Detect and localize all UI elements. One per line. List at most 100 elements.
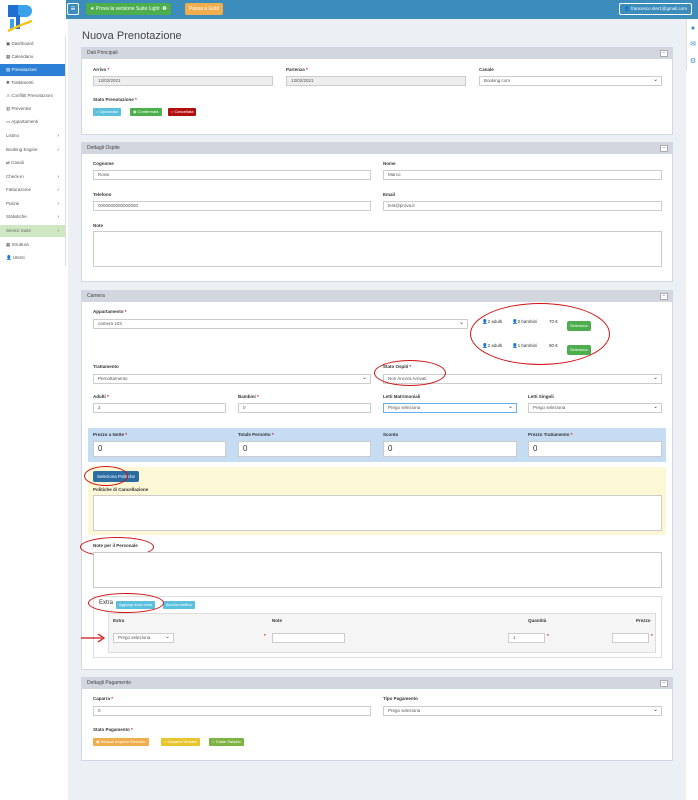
sidebar-item-conflitti[interactable]: ⚠ Conflitti Prenotazioni bbox=[0, 90, 65, 102]
sidebar: ▣ Dashboard ▦ Calendario ▤ Prenotazioni … bbox=[0, 36, 66, 266]
mail-icon[interactable]: ✉ bbox=[689, 41, 697, 49]
note-textarea[interactable] bbox=[93, 231, 662, 267]
extra-quantita-field[interactable]: 1 bbox=[508, 633, 545, 643]
info-icon[interactable]: ● bbox=[689, 25, 697, 33]
caparra-versata-option[interactable]: ○ Caparra Versata bbox=[161, 738, 200, 746]
stato-confermata-option[interactable]: ◉ Confermata bbox=[130, 108, 162, 116]
adulti-label: Adulti * bbox=[93, 394, 109, 399]
sidebar-item-listino[interactable]: Listino › bbox=[0, 130, 65, 142]
sidebar-item-label: Trattamenti bbox=[10, 80, 34, 85]
arrivo-field[interactable]: 12/02/2021 bbox=[93, 76, 273, 86]
sidebar-item-dashboard[interactable]: ▣ Dashboard bbox=[0, 38, 65, 50]
sidebar-item-pulizie[interactable]: Pulizie › bbox=[0, 198, 65, 210]
trattamento-select[interactable]: Pernottamento bbox=[93, 374, 371, 384]
bambini-field[interactable]: 0 bbox=[238, 403, 371, 413]
sidebar-item-label: Conflitti Prenotazioni bbox=[11, 93, 53, 98]
upgrade-button[interactable]: Passa a Gold bbox=[185, 3, 224, 15]
stato-cancellata-option[interactable]: ○ Cancellata bbox=[168, 108, 197, 116]
menu-toggle-icon[interactable]: ≡ bbox=[67, 3, 79, 15]
sidebar-item-label: Servizi Suite bbox=[6, 228, 32, 233]
extra-table bbox=[108, 613, 656, 653]
letti-singoli-select[interactable]: Prego seleziona bbox=[528, 403, 662, 413]
collapse-icon[interactable]: − bbox=[660, 680, 668, 687]
panel-header: Camera − bbox=[82, 291, 672, 302]
sidebar-item-canali[interactable]: ⇄ Canali bbox=[0, 157, 65, 169]
promo-button[interactable]: ★ Prova la versione Suite Light ❶ bbox=[86, 3, 171, 15]
partenza-label: Partenza * bbox=[286, 67, 308, 72]
annotation-arrow-icon bbox=[81, 633, 106, 643]
promo-label: Prova la versione Suite Light bbox=[95, 6, 160, 12]
canale-select[interactable]: Booking.com bbox=[479, 76, 662, 86]
collapse-icon[interactable]: − bbox=[660, 50, 668, 57]
nome-label: Nome bbox=[383, 161, 396, 166]
cancellazione-textarea[interactable] bbox=[93, 495, 662, 531]
cognome-label: Cognome bbox=[93, 161, 114, 166]
sidebar-item-label: Utenti bbox=[12, 255, 25, 260]
tipo-pagamento-label: Tipo Pagamento bbox=[383, 696, 418, 701]
note-label: Note bbox=[93, 223, 103, 228]
sidebar-item-struttura[interactable]: ▦ Struttura bbox=[0, 239, 65, 251]
trattamento-label: Trattamento bbox=[93, 364, 119, 369]
collapse-icon[interactable]: − bbox=[660, 293, 668, 300]
email-field[interactable]: test@prova.it bbox=[383, 201, 662, 211]
totale-saldato-option[interactable]: ○ Totale Saldato bbox=[209, 738, 244, 746]
nessun-importo-option[interactable]: ◉ Nessun Importo Ricevuto bbox=[93, 738, 149, 746]
nome-field[interactable]: Marco bbox=[383, 170, 662, 180]
caparra-field[interactable]: 0 bbox=[93, 706, 371, 716]
cognome-field[interactable]: Rossi bbox=[93, 170, 371, 180]
sidebar-item-label: Statistiche bbox=[6, 214, 27, 219]
panel-dati-principali: Dati Principali − bbox=[81, 47, 673, 135]
sidebar-item-label: Listino bbox=[6, 133, 20, 138]
sidebar-item-label: Dashboard bbox=[11, 41, 34, 46]
sidebar-item-prenotazioni[interactable]: ▤ Prenotazioni bbox=[0, 64, 65, 76]
email-label: Email bbox=[383, 192, 396, 197]
sidebar-item-servizi-suite[interactable]: Servizi Suite › bbox=[0, 225, 65, 237]
panel-title: Dettagli Pagamento bbox=[87, 680, 131, 686]
extra-col-header: Extra bbox=[113, 618, 125, 623]
telefono-field[interactable]: 0000000000000000 bbox=[93, 201, 371, 211]
tipo-pagamento-select[interactable]: Prego seleziona bbox=[383, 706, 662, 716]
extra-note-field[interactable] bbox=[272, 633, 345, 643]
annotation-circle bbox=[470, 303, 610, 365]
sidebar-item-trattamenti[interactable]: ✱ Trattamenti bbox=[0, 77, 65, 89]
sidebar-item-preventivi[interactable]: ▥ Preventivi bbox=[0, 103, 65, 115]
partenza-field[interactable]: 13/02/2021 bbox=[286, 76, 466, 86]
sidebar-item-label: Booking Engine bbox=[6, 147, 38, 152]
required-marker: * bbox=[547, 633, 549, 638]
appartamento-select[interactable]: camera 103 bbox=[93, 319, 468, 329]
user-email: francesco.ster1@gmail.com bbox=[631, 6, 687, 11]
adulti-field[interactable]: 2 bbox=[93, 403, 226, 413]
sidebar-item-utenti[interactable]: 👤 Utenti bbox=[0, 252, 65, 264]
sidebar-item-fatturazione[interactable]: Fatturazione › bbox=[0, 184, 65, 196]
sidebar-item-label: Fatturazione bbox=[6, 187, 32, 192]
prezzo-notte-label: Prezzo a Notte * bbox=[93, 432, 128, 437]
sidebar-item-checkin[interactable]: Check-in › bbox=[0, 171, 65, 183]
letti-singoli-label: Letti Singoli bbox=[528, 394, 554, 399]
sidebar-item-booking-engine[interactable]: Booking Engine › bbox=[0, 144, 65, 156]
letti-matrimoniali-select[interactable]: Prego seleziona bbox=[383, 403, 517, 413]
canale-label: Canale bbox=[479, 67, 494, 72]
logo-icon bbox=[7, 5, 33, 33]
sidebar-item-calendario[interactable]: ▦ Calendario bbox=[0, 51, 65, 63]
letti-matrimoniali-label: Letti Matrimoniali bbox=[383, 394, 421, 399]
stato-opzionata-option[interactable]: ○ Opzionata bbox=[93, 108, 121, 116]
extra-prezzo-field[interactable] bbox=[612, 633, 649, 643]
prezzo-notte-field[interactable]: 0 bbox=[93, 441, 226, 457]
collapse-icon[interactable]: − bbox=[660, 145, 668, 152]
annulla-modifica-button[interactable]: Annulla modifica bbox=[163, 601, 195, 609]
quantita-col-header: Quantità bbox=[528, 618, 547, 623]
stato-pagamento-label: Stato Pagamento * bbox=[93, 727, 133, 732]
sconto-field[interactable]: 0 bbox=[383, 441, 517, 457]
user-menu[interactable]: 👤 francesco.ster1@gmail.com bbox=[619, 3, 692, 15]
note-personale-textarea[interactable] bbox=[93, 552, 662, 588]
prezzo-trattamento-field[interactable]: 0 bbox=[528, 441, 662, 457]
cancellazione-label: Politiche di Cancellazione bbox=[93, 487, 149, 492]
extra-select[interactable]: Prego seleziona bbox=[113, 633, 174, 643]
telefono-label: Telefono bbox=[93, 192, 112, 197]
totale-pernotto-field[interactable]: 0 bbox=[238, 441, 371, 457]
logo[interactable] bbox=[0, 0, 66, 36]
sidebar-item-appartamenti[interactable]: ▭ Appartamenti bbox=[0, 116, 65, 128]
gear-icon[interactable]: ⚙ bbox=[689, 58, 697, 66]
panel-dettagli-pagamento: Dettagli Pagamento − bbox=[81, 677, 673, 761]
sidebar-item-statistiche[interactable]: Statistiche › bbox=[0, 211, 65, 223]
